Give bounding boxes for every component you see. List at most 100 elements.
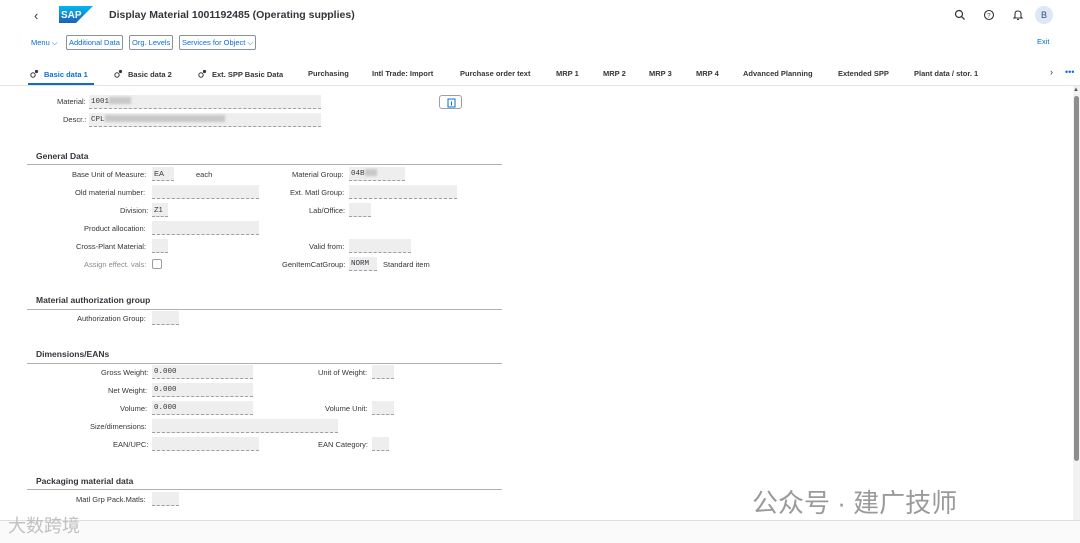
section-divider	[27, 363, 502, 364]
dependency-icon	[30, 69, 39, 78]
tab-ext-spp-basic-data[interactable]: Ext. SPP Basic Data	[198, 69, 283, 79]
dependency-icon	[198, 69, 207, 78]
active-tab-indicator	[28, 83, 94, 85]
info-icon	[447, 98, 456, 108]
watermark-text: 公众号 · 建广技师	[752, 488, 958, 518]
ext-matl-group-label: Ext. Matl Group:	[290, 188, 345, 197]
menu-button[interactable]: Menu ⌵	[28, 35, 61, 50]
auth-group-label: Authorization Group:	[77, 314, 146, 323]
base-uom-text: each	[196, 170, 213, 179]
auth-group-field[interactable]	[152, 311, 179, 325]
dimensions-title: Dimensions/EANs	[36, 349, 110, 359]
tab-purchasing[interactable]: Purchasing	[308, 69, 349, 78]
matl-grp-pack-label: Matl Grp Pack.Matls:	[76, 495, 146, 504]
volume-unit-field[interactable]	[372, 401, 394, 415]
product-allocation-label: Product allocation:	[84, 224, 146, 233]
gross-weight-field[interactable]: 0.000	[152, 365, 253, 379]
chevron-down-icon[interactable]: ⌵	[322, 8, 330, 19]
general-data-title: General Data	[36, 151, 89, 161]
volume-unit-label: Volume Unit:	[325, 404, 368, 413]
scrollbar-thumb[interactable]	[1074, 96, 1079, 461]
svg-text:?: ?	[987, 13, 991, 20]
services-for-object-button[interactable]: Services for Object ⌵	[179, 35, 257, 50]
ean-category-field[interactable]	[372, 437, 389, 451]
base-uom-field[interactable]: EA	[152, 167, 174, 181]
tab-extended-spp[interactable]: Extended SPP	[838, 69, 889, 78]
description-field[interactable]: CPL	[89, 113, 321, 127]
net-weight-label: Net Weight:	[108, 386, 148, 395]
dependency-icon	[114, 69, 123, 78]
tab-basic-data-1[interactable]: Basic data 1	[30, 69, 88, 79]
section-divider	[27, 489, 502, 490]
assign-effect-checkbox[interactable]	[152, 259, 162, 269]
footer-bar	[0, 520, 1080, 543]
tab-basic-data-2[interactable]: Basic data 2	[114, 69, 172, 79]
volume-field[interactable]: 0.000	[152, 401, 253, 415]
info-button[interactable]	[439, 95, 462, 109]
ext-matl-group-field[interactable]	[349, 185, 457, 199]
gen-item-cat-label: GenItemCatGroup:	[282, 260, 346, 269]
size-dimensions-field[interactable]	[152, 419, 338, 433]
tab-intl-trade-import[interactable]: Intl Trade: Import	[372, 69, 433, 78]
valid-from-field[interactable]	[349, 239, 411, 253]
chevron-right-icon[interactable]: ›	[1050, 67, 1053, 77]
bell-icon[interactable]	[1011, 8, 1025, 22]
old-material-field[interactable]	[152, 185, 259, 199]
gross-weight-label: Gross Weight:	[101, 368, 149, 377]
gen-item-cat-text: Standard item	[383, 260, 430, 269]
help-icon[interactable]: ?	[982, 8, 996, 22]
more-icon[interactable]: •••	[1065, 67, 1074, 77]
user-avatar[interactable]: B	[1035, 6, 1053, 24]
assign-effect-label: Assign effect. vals:	[84, 260, 147, 269]
volume-label: Volume:	[120, 404, 148, 413]
shell-bar: ‹ SAP Display Material 1001192485 (Opera…	[0, 0, 1080, 32]
net-weight-field[interactable]: 0.000	[152, 383, 253, 397]
gen-item-cat-field[interactable]: NORM	[349, 257, 377, 271]
packaging-title: Packaging material data	[36, 476, 134, 486]
material-field[interactable]: 1001	[89, 95, 321, 109]
base-uom-label: Base Unit of Measure:	[72, 170, 147, 179]
matl-grp-pack-field[interactable]	[152, 492, 179, 506]
ean-category-label: EAN Category:	[318, 440, 369, 449]
division-label: Division:	[120, 206, 149, 215]
lab-office-field[interactable]	[349, 203, 371, 217]
material-group-field[interactable]: 04B	[349, 167, 405, 181]
section-divider	[27, 164, 502, 165]
ean-upc-field[interactable]	[152, 437, 259, 451]
descr-label: Descr.:	[63, 115, 87, 124]
sap-logo[interactable]: SAP	[59, 6, 93, 23]
ean-upc-label: EAN/UPC:	[113, 440, 149, 449]
unit-weight-field[interactable]	[372, 365, 394, 379]
tab-advanced-planning[interactable]: Advanced Planning	[743, 69, 813, 78]
material-group-label: Material Group:	[292, 170, 344, 179]
org-levels-button[interactable]: Org. Levels	[129, 35, 174, 50]
exit-button[interactable]: Exit	[1037, 37, 1050, 46]
size-dimensions-label: Size/dimensions:	[90, 422, 147, 431]
unit-weight-label: Unit of Weight:	[318, 368, 368, 377]
chevron-left-icon[interactable]: ‹	[34, 8, 38, 23]
section-divider	[27, 309, 502, 310]
tab-mrp-4[interactable]: MRP 4	[696, 69, 719, 78]
app-title[interactable]: Display Material 1001192485 (Operating s…	[109, 9, 355, 21]
additional-data-button[interactable]: Additional Data	[66, 35, 123, 50]
tab-strip: Basic data 1 Basic data 2 Ext. SPP Basic…	[0, 62, 1080, 86]
watermark-text-left: 大数跨境	[8, 516, 80, 536]
scroll-up-icon[interactable]: ▲	[1073, 87, 1079, 93]
cross-plant-field[interactable]	[152, 239, 168, 253]
cross-plant-label: Cross-Plant Material:	[76, 242, 147, 251]
tab-mrp-3[interactable]: MRP 3	[649, 69, 672, 78]
old-material-label: Old material number:	[75, 188, 146, 197]
tab-mrp-1[interactable]: MRP 1	[556, 69, 579, 78]
tab-plant-data-stor-1[interactable]: Plant data / stor. 1	[914, 69, 978, 78]
svg-text:SAP: SAP	[61, 10, 82, 21]
search-icon[interactable]	[953, 8, 967, 22]
product-allocation-field[interactable]	[152, 221, 259, 235]
tab-mrp-2[interactable]: MRP 2	[603, 69, 626, 78]
valid-from-label: Valid from:	[309, 242, 345, 251]
auth-group-title: Material authorization group	[36, 295, 151, 305]
division-field[interactable]: Z1	[152, 203, 168, 217]
material-label: Material:	[57, 97, 86, 106]
lab-office-label: Lab/Office:	[309, 206, 346, 215]
application-toolbar: Menu ⌵ Additional Data Org. Levels Servi…	[0, 33, 1080, 53]
tab-purchase-order-text[interactable]: Purchase order text	[460, 69, 530, 78]
